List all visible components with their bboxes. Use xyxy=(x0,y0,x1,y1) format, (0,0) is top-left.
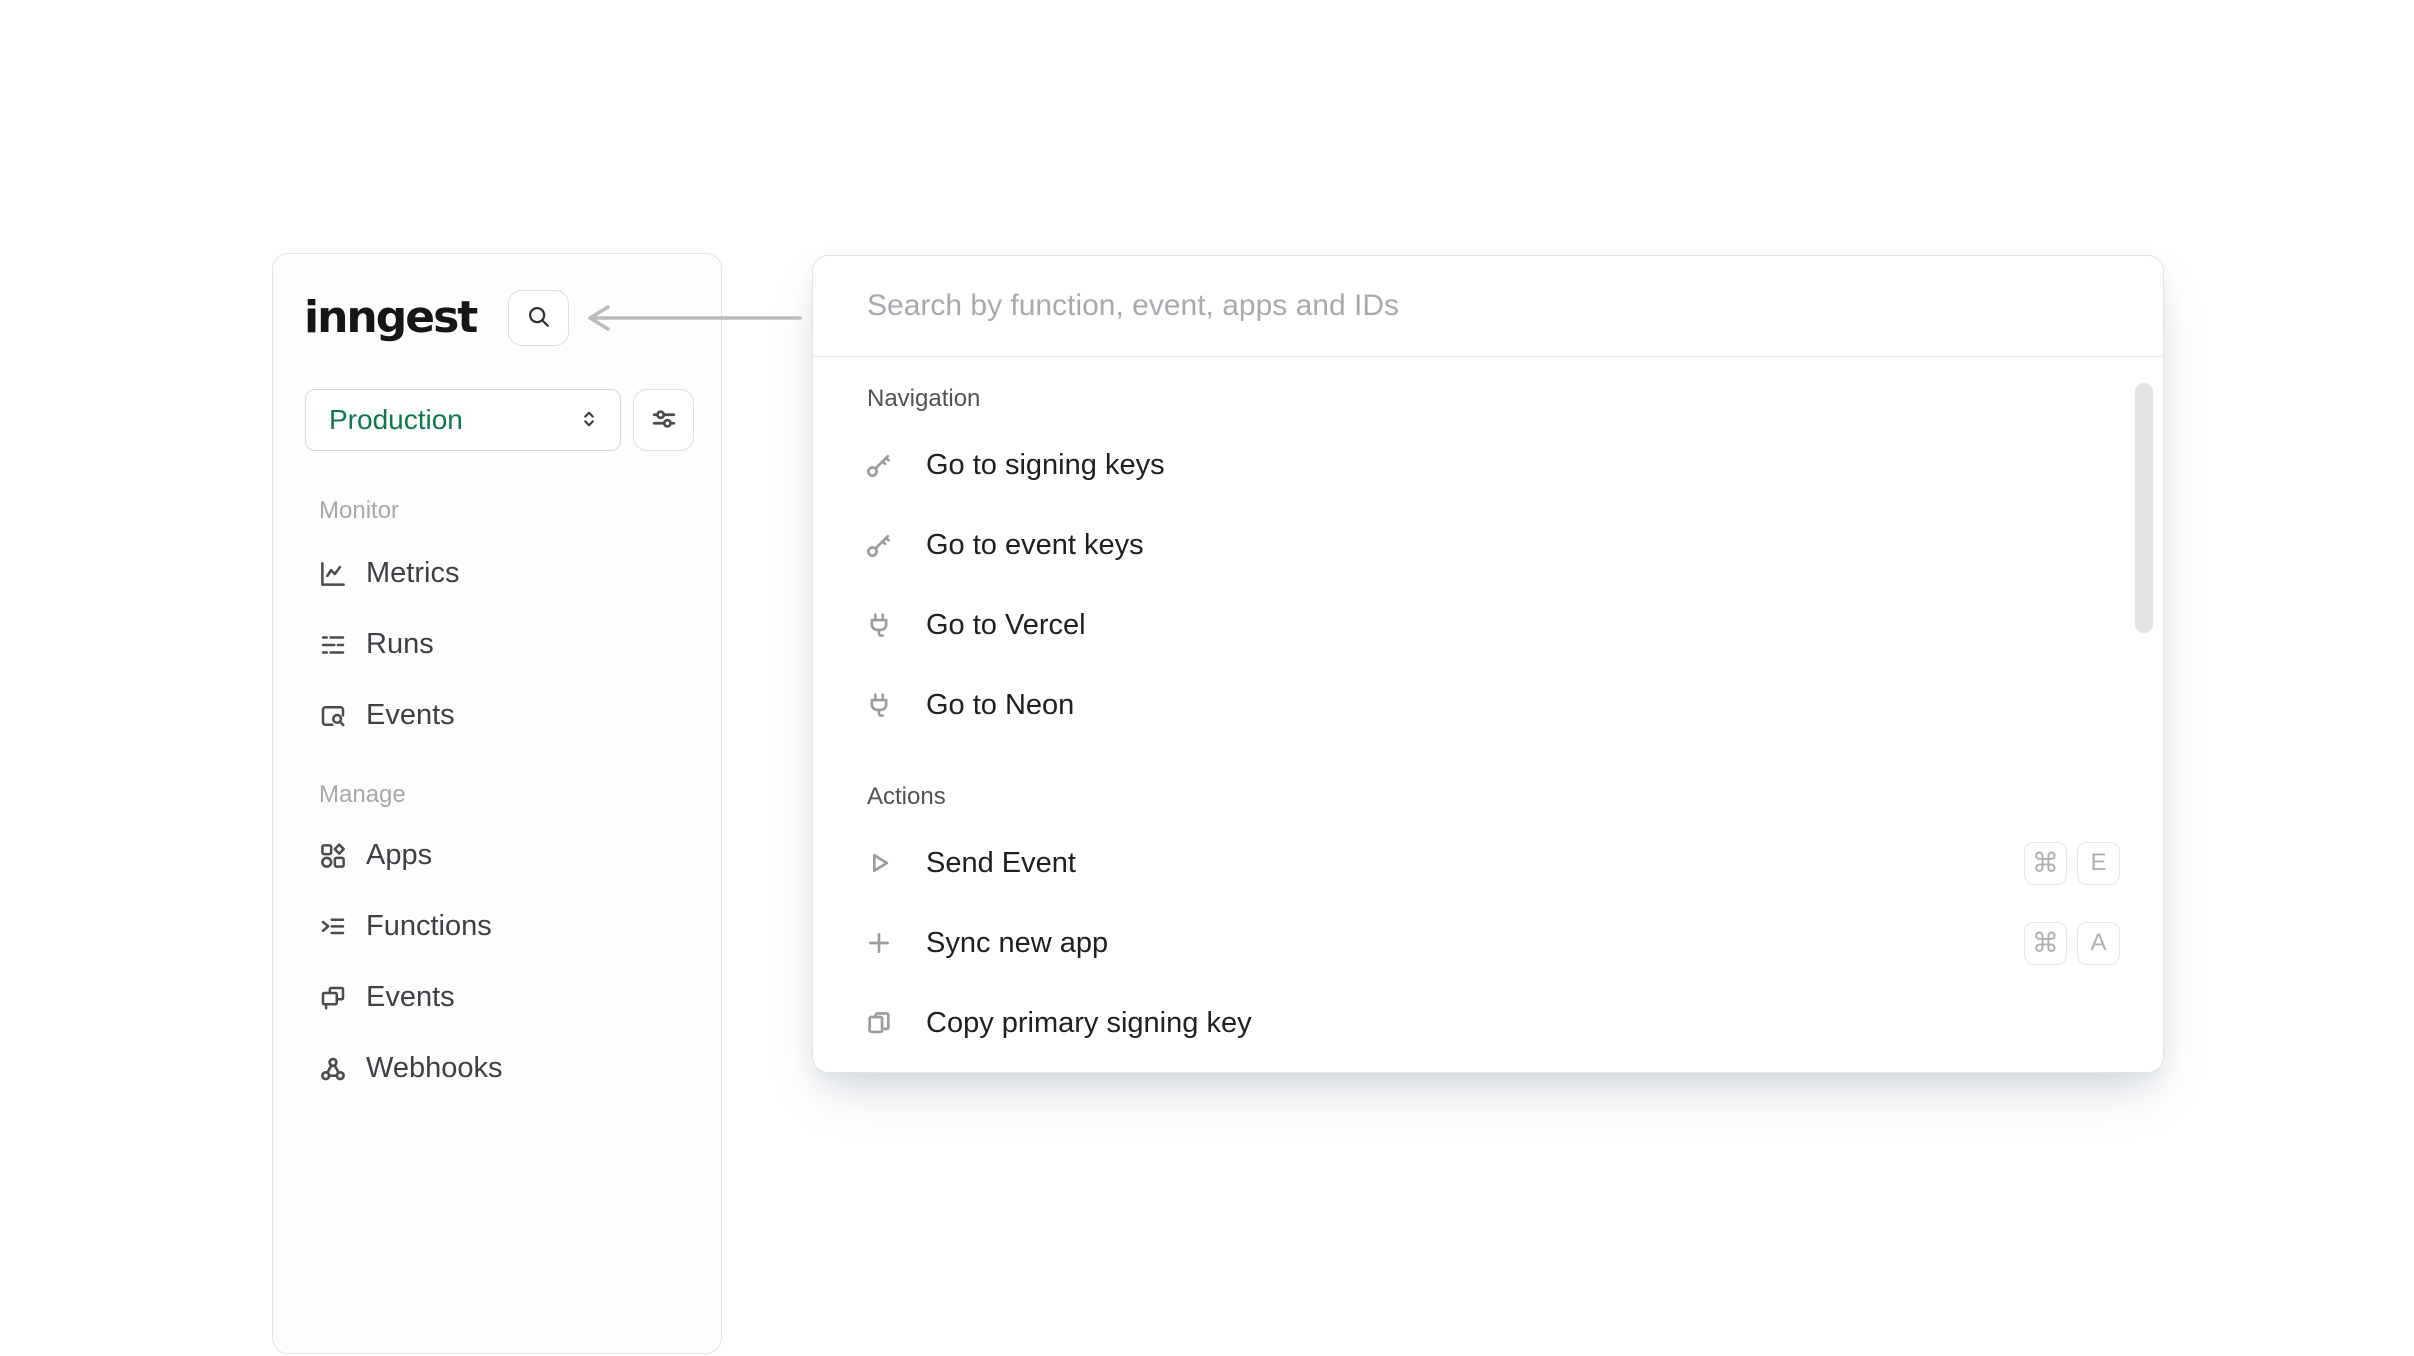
palette-item-send-event[interactable]: Send Event ⌘ E xyxy=(813,823,2163,903)
palette-item-label: Go to signing keys xyxy=(926,449,1165,482)
palette-item-go-to-event-keys[interactable]: Go to event keys xyxy=(813,505,2163,585)
search-button[interactable] xyxy=(508,290,569,346)
kbd-command-key: ⌘ xyxy=(2024,922,2067,965)
sidebar-item-events-manage[interactable]: Events xyxy=(273,962,721,1033)
section-label-manage: Manage xyxy=(273,770,721,820)
environment-filter-button[interactable] xyxy=(633,389,694,451)
palette-scrollbar-thumb[interactable] xyxy=(2135,383,2153,633)
key-icon xyxy=(863,529,895,561)
palette-item-sync-new-app[interactable]: Sync new app ⌘ A xyxy=(813,903,2163,983)
apps-icon xyxy=(318,841,348,871)
palette-item-label: Go to Neon xyxy=(926,689,1074,722)
search-icon xyxy=(524,302,554,335)
runs-icon xyxy=(318,630,348,660)
palette-section-navigation: Navigation xyxy=(813,373,2163,425)
palette-item-copy-primary-signing-key[interactable]: Copy primary signing key xyxy=(813,983,2163,1063)
sidebar-item-webhooks[interactable]: Webhooks xyxy=(273,1033,721,1104)
sidebar-section-monitor: Monitor Metrics Runs xyxy=(273,484,721,751)
sliders-icon xyxy=(649,404,679,437)
sidebar-item-label: Events xyxy=(366,981,455,1014)
plug-icon xyxy=(863,689,895,721)
command-palette: Navigation Go to signing keys xyxy=(812,255,2164,1073)
palette-item-label: Sync new app xyxy=(926,927,1108,960)
webhooks-icon xyxy=(318,1054,348,1084)
section-label-monitor: Monitor xyxy=(273,484,721,538)
palette-item-label: Go to event keys xyxy=(926,529,1144,562)
palette-item-label: Copy primary signing key xyxy=(926,1007,1252,1040)
sidebar-item-label: Metrics xyxy=(366,557,459,590)
palette-header xyxy=(813,256,2163,357)
sidebar-item-metrics[interactable]: Metrics xyxy=(273,538,721,609)
sidebar-item-label: Runs xyxy=(366,628,434,661)
sidebar-item-label: Functions xyxy=(366,910,492,943)
events-search-icon xyxy=(318,701,348,731)
palette-section-actions: Actions xyxy=(813,771,2163,823)
events-icon xyxy=(318,983,348,1013)
arrow-left-annotation xyxy=(585,302,803,334)
sidebar-item-label: Events xyxy=(366,699,455,732)
sidebar-item-label: Webhooks xyxy=(366,1052,503,1085)
palette-item-go-to-signing-keys[interactable]: Go to signing keys xyxy=(813,425,2163,505)
palette-search-input[interactable] xyxy=(813,256,2163,356)
play-icon xyxy=(863,847,895,879)
palette-body: Navigation Go to signing keys xyxy=(813,357,2163,1063)
plug-icon xyxy=(863,609,895,641)
sidebar-item-runs[interactable]: Runs xyxy=(273,609,721,680)
environment-value: Production xyxy=(329,404,463,436)
sidebar: inngest Production xyxy=(272,253,722,1354)
palette-item-go-to-vercel[interactable]: Go to Vercel xyxy=(813,585,2163,665)
chevron-up-down-icon xyxy=(576,406,602,435)
palette-item-go-to-neon[interactable]: Go to Neon xyxy=(813,665,2163,745)
kbd-command-key: ⌘ xyxy=(2024,842,2067,885)
sidebar-item-events-monitor[interactable]: Events xyxy=(273,680,721,751)
kbd-letter-key: E xyxy=(2077,842,2120,885)
sidebar-section-manage: Manage Apps xyxy=(273,770,721,1104)
plus-icon xyxy=(863,927,895,959)
sidebar-item-functions[interactable]: Functions xyxy=(273,891,721,962)
metrics-icon xyxy=(318,559,348,589)
copy-icon xyxy=(863,1007,895,1039)
page: inngest Production xyxy=(0,0,2414,1356)
inngest-logo: inngest xyxy=(304,292,476,343)
sidebar-item-apps[interactable]: Apps xyxy=(273,820,721,891)
environment-selector[interactable]: Production xyxy=(305,389,621,451)
sidebar-item-label: Apps xyxy=(366,839,432,872)
palette-item-label: Send Event xyxy=(926,847,1076,880)
palette-item-label: Go to Vercel xyxy=(926,609,1086,642)
kbd-letter-key: A xyxy=(2077,922,2120,965)
functions-icon xyxy=(318,912,348,942)
key-icon xyxy=(863,449,895,481)
